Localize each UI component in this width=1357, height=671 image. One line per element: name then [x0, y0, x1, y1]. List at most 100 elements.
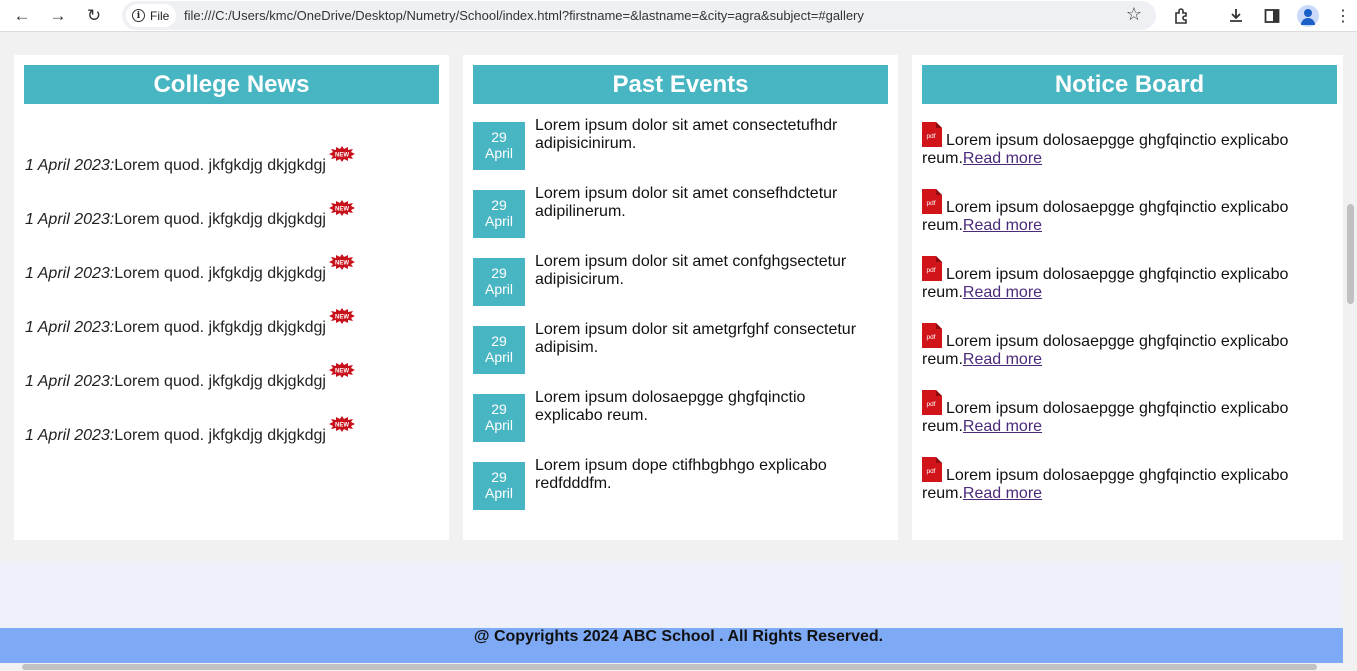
reload-icon[interactable]: ↻: [81, 4, 107, 28]
past-events-title: Past Events: [473, 65, 888, 104]
past-events-panel: Past Events 29 April Lorem ipsum dolor sit…: [463, 55, 898, 540]
file-label: File: [150, 8, 170, 23]
extensions-icon[interactable]: [1170, 4, 1194, 28]
info-icon: i: [132, 9, 145, 22]
download-icon[interactable]: [1224, 4, 1248, 28]
event-month: April: [484, 281, 513, 297]
notice-item: pdf Lorem ipsum dolosaepgge ghgfqinctio e…: [922, 323, 1332, 369]
vertical-scrollbar[interactable]: [1343, 32, 1357, 671]
pdf-icon-label: pdf: [926, 200, 935, 207]
new-badge-icon: NEW: [328, 362, 355, 378]
college-news-title: College News: [24, 65, 439, 104]
news-item: 1 April 2023:Lorem quod. jkfgkdjg dkjgkd…: [25, 254, 355, 283]
back-arrow-icon[interactable]: ←: [9, 4, 35, 28]
news-item: 1 April 2023:Lorem quod. jkfgkdjg dkjgkd…: [25, 308, 355, 337]
news-date: 1 April 2023:: [25, 319, 115, 336]
side-panel-icon[interactable]: [1260, 4, 1284, 28]
pdf-file-icon[interactable]: pdf: [922, 457, 942, 482]
notice-item: pdf Lorem ipsum dolosaepgge ghgfqinctio e…: [922, 189, 1332, 235]
event-description: Lorem ipsum dolor sit ametgrfghf consect…: [535, 321, 857, 356]
event-day: 29: [491, 333, 507, 349]
pdf-file-icon[interactable]: pdf: [922, 390, 942, 415]
event-month: April: [484, 213, 513, 229]
browser-toolbar: ← → ↻ i File file:///C:/Users/kmc/OneDri…: [0, 0, 1357, 32]
new-badge-icon: NEW: [328, 146, 355, 162]
new-badge-text: NEW: [335, 315, 349, 321]
news-item: 1 April 2023:Lorem quod. jkfgkdjg dkjgkd…: [25, 146, 355, 175]
event-date-box: 29 April: [473, 258, 525, 306]
page-spacer: [0, 561, 1343, 628]
new-badge-icon: NEW: [328, 200, 355, 216]
pdf-icon-label: pdf: [926, 334, 935, 341]
url-text[interactable]: file:///C:/Users/kmc/OneDrive/Desktop/Nu…: [184, 8, 864, 23]
event-day: 29: [491, 469, 507, 485]
read-more-link[interactable]: Read more: [963, 217, 1042, 234]
notice-item: pdf Lorem ipsum dolosaepgge ghgfqinctio e…: [922, 457, 1332, 503]
notice-item: pdf Lorem ipsum dolosaepgge ghgfqinctio e…: [922, 390, 1332, 436]
page-footer: @ Copyrights 2024 ABC School . All Right…: [0, 628, 1357, 663]
event-description: Lorem ipsum dolor sit amet confghgsectet…: [535, 253, 847, 288]
horizontal-scrollbar[interactable]: [0, 663, 1357, 671]
pdf-file-icon[interactable]: pdf: [922, 122, 942, 147]
event-date-box: 29 April: [473, 462, 525, 510]
news-text: Lorem quod. jkfgkdjg dkjgkdgj: [114, 157, 326, 174]
event-month: April: [484, 417, 513, 433]
college-news-panel: College News 1 April 2023:Lorem quod. jk…: [14, 55, 449, 540]
menu-kebab-icon[interactable]: ⋮: [1331, 4, 1355, 28]
event-description: Lorem ipsum dolor sit amet consectetufhd…: [535, 117, 838, 152]
news-text: Lorem quod. jkfgkdjg dkjgkdgj: [114, 265, 326, 282]
event-description: Lorem ipsum dolosaepgge ghgfqinctio expl…: [535, 389, 806, 424]
news-date: 1 April 2023:: [25, 265, 115, 282]
event-date-box: 29 April: [473, 394, 525, 442]
event-month: April: [484, 349, 513, 365]
event-date-box: 29 April: [473, 190, 525, 238]
event-day: 29: [491, 197, 507, 213]
footer-copyright: @ Copyrights 2024 ABC School . All Right…: [473, 628, 884, 645]
new-badge-text: NEW: [335, 369, 349, 375]
event-month: April: [484, 485, 513, 501]
new-badge-icon: NEW: [328, 308, 355, 324]
event-day: 29: [491, 401, 507, 417]
news-date: 1 April 2023:: [25, 373, 115, 390]
site-info-chip[interactable]: i File: [126, 4, 176, 27]
address-bar[interactable]: i File file:///C:/Users/kmc/OneDrive/Des…: [122, 1, 1156, 30]
news-item: 1 April 2023:Lorem quod. jkfgkdjg dkjgkd…: [25, 416, 355, 445]
news-date: 1 April 2023:: [25, 211, 115, 228]
pdf-file-icon[interactable]: pdf: [922, 323, 942, 348]
new-badge-icon: NEW: [328, 416, 355, 432]
event-date-box: 29 April: [473, 122, 525, 170]
notice-board-title: Notice Board: [922, 65, 1337, 104]
news-item: 1 April 2023:Lorem quod. jkfgkdjg dkjgkd…: [25, 362, 355, 391]
pdf-icon-label: pdf: [926, 401, 935, 408]
news-text: Lorem quod. jkfgkdjg dkjgkdgj: [114, 427, 326, 444]
horizontal-scroll-thumb[interactable]: [22, 664, 1317, 670]
new-badge-text: NEW: [335, 261, 349, 267]
news-text: Lorem quod. jkfgkdjg dkjgkdgj: [114, 211, 326, 228]
read-more-link[interactable]: Read more: [963, 150, 1042, 167]
event-description: Lorem ipsum dope ctifhbgbhgo explicabo r…: [535, 457, 827, 492]
forward-arrow-icon[interactable]: →: [45, 4, 71, 28]
profile-avatar-icon[interactable]: [1297, 5, 1319, 27]
pdf-icon-label: pdf: [926, 133, 935, 140]
notice-board-panel: Notice Board pdf Lorem ipsum dolosaepgge …: [912, 55, 1347, 540]
bookmark-star-icon[interactable]: ☆: [1126, 4, 1142, 25]
event-description: Lorem ipsum dolor sit amet consefhdctetu…: [535, 185, 838, 220]
new-badge-text: NEW: [335, 207, 349, 213]
read-more-link[interactable]: Read more: [963, 485, 1042, 502]
event-day: 29: [491, 129, 507, 145]
read-more-link[interactable]: Read more: [963, 351, 1042, 368]
pdf-icon-label: pdf: [926, 267, 935, 274]
news-text: Lorem quod. jkfgkdjg dkjgkdgj: [114, 319, 326, 336]
pdf-file-icon[interactable]: pdf: [922, 189, 942, 214]
read-more-link[interactable]: Read more: [963, 284, 1042, 301]
pdf-icon-label: pdf: [926, 468, 935, 475]
news-date: 1 April 2023:: [25, 157, 115, 174]
event-day: 29: [491, 265, 507, 281]
vertical-scroll-thumb[interactable]: [1347, 204, 1354, 304]
new-badge-text: NEW: [335, 423, 349, 429]
notice-item: pdf Lorem ipsum dolosaepgge ghgfqinctio e…: [922, 256, 1332, 302]
read-more-link[interactable]: Read more: [963, 418, 1042, 435]
event-date-box: 29 April: [473, 326, 525, 374]
pdf-file-icon[interactable]: pdf: [922, 256, 942, 281]
news-item: 1 April 2023:Lorem quod. jkfgkdjg dkjgkd…: [25, 200, 355, 229]
